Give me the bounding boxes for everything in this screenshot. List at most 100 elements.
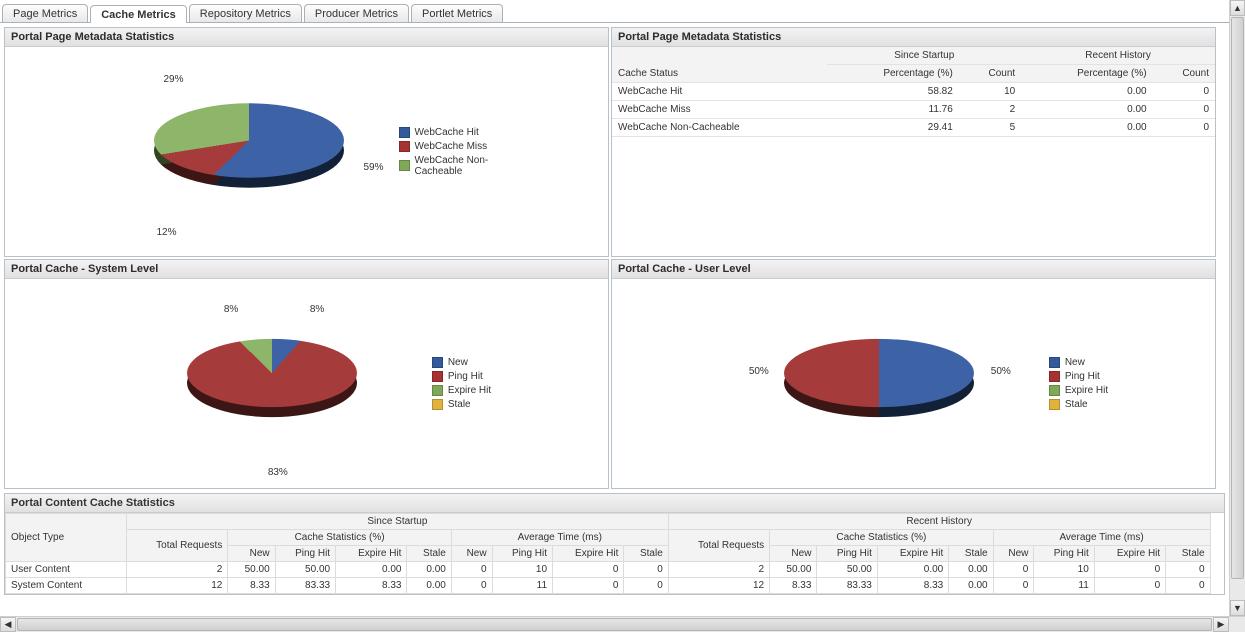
legend-label: Stale xyxy=(1065,399,1088,410)
panel-metadata-pie: Portal Page Metadata Statistics 59% 12% … xyxy=(4,27,609,257)
tab-cache-metrics[interactable]: Cache Metrics xyxy=(90,5,187,23)
table-row[interactable]: User Content 2 50.00 50.00 0.00 0.00 0 1… xyxy=(6,562,1225,578)
panel-header: Portal Cache - User Level xyxy=(612,260,1215,279)
col-ping-hit[interactable]: Ping Hit xyxy=(817,546,877,562)
scroll-up-icon[interactable]: ▲ xyxy=(1230,0,1245,16)
col-new[interactable]: New xyxy=(993,546,1034,562)
table-row[interactable]: WebCache Hit 58.82 10 0.00 0 xyxy=(612,83,1215,101)
table-row[interactable]: System Content 12 8.33 83.33 8.33 0.00 0… xyxy=(6,578,1225,594)
col-ping-hit[interactable]: Ping Hit xyxy=(1034,546,1094,562)
pie-label-ping: 50% xyxy=(749,366,769,377)
tab-page-metrics[interactable]: Page Metrics xyxy=(2,4,88,22)
col-stale[interactable]: Stale xyxy=(407,546,451,562)
cell: 50.00 xyxy=(817,562,877,578)
cell: 50.00 xyxy=(770,562,817,578)
panel-metadata-table: Portal Page Metadata Statistics Cache St… xyxy=(611,27,1216,257)
col-percentage[interactable]: Percentage (%) xyxy=(1021,65,1152,83)
scroll-thumb[interactable] xyxy=(17,618,1212,631)
cell: 5 xyxy=(959,119,1021,137)
cell: 0.00 xyxy=(407,562,451,578)
col-total-requests[interactable]: Total Requests xyxy=(127,530,228,562)
swatch-icon xyxy=(399,141,410,152)
panel-header: Portal Content Cache Statistics xyxy=(5,494,1224,513)
panel-body: 59% 12% 29% WebCache Hit WebCache Miss W… xyxy=(5,47,608,256)
cell: 0 xyxy=(1094,578,1165,594)
col-object-type[interactable]: Object Type xyxy=(6,514,127,562)
cell: 10 xyxy=(959,83,1021,101)
scroll-right-icon[interactable]: ▶ xyxy=(1213,617,1229,632)
vertical-scrollbar[interactable]: ▲ ▼ xyxy=(1229,0,1245,616)
cell: 2 xyxy=(959,101,1021,119)
panel-header: Portal Page Metadata Statistics xyxy=(612,28,1215,47)
swatch-icon xyxy=(1049,357,1060,368)
tab-producer-metrics[interactable]: Producer Metrics xyxy=(304,4,409,22)
col-group-since-startup: Since Startup xyxy=(127,514,669,530)
col-expire-hit[interactable]: Expire Hit xyxy=(336,546,407,562)
table-row[interactable]: WebCache Non-Cacheable 29.41 5 0.00 0 xyxy=(612,119,1215,137)
col-group-avg-time: Average Time (ms) xyxy=(993,530,1210,546)
horizontal-scrollbar[interactable]: ◀ ▶ xyxy=(0,616,1245,632)
tab-repository-metrics[interactable]: Repository Metrics xyxy=(189,4,302,22)
col-group-avg-time: Average Time (ms) xyxy=(451,530,668,546)
panel-header: Portal Cache - System Level xyxy=(5,260,608,279)
swatch-icon xyxy=(399,160,410,171)
panel-body: 8% 83% 8% New Ping Hit Expire Hit Stale xyxy=(5,279,608,488)
cell: 12 xyxy=(668,578,769,594)
cell: 0.00 xyxy=(1021,119,1152,137)
tab-portlet-metrics[interactable]: Portlet Metrics xyxy=(411,4,503,22)
panel-cache-system: Portal Cache - System Level 8% 83% 8% xyxy=(4,259,609,489)
pie-label-expire: 8% xyxy=(224,304,238,315)
col-group-since-startup: Since Startup xyxy=(827,47,1021,65)
panel-header: Portal Page Metadata Statistics xyxy=(5,28,608,47)
cell: System Content xyxy=(6,578,127,594)
col-new[interactable]: New xyxy=(451,546,492,562)
cell: 2 xyxy=(668,562,769,578)
col-cache-status[interactable]: Cache Status xyxy=(612,47,827,83)
cell: 58.82 xyxy=(827,83,958,101)
cell: 0.00 xyxy=(949,562,993,578)
col-count[interactable]: Count xyxy=(959,65,1021,83)
cell: 8.33 xyxy=(770,578,817,594)
cell: WebCache Hit xyxy=(612,83,827,101)
col-new[interactable]: New xyxy=(228,546,275,562)
col-expire-hit[interactable]: Expire Hit xyxy=(1094,546,1165,562)
cell: 2 xyxy=(127,562,228,578)
cell: 50.00 xyxy=(275,562,335,578)
legend-label: WebCache Miss xyxy=(415,141,488,152)
swatch-icon xyxy=(399,127,410,138)
panel-body: 50% 50% New Ping Hit Expire Hit Stale xyxy=(612,279,1215,488)
legend-label: WebCache Hit xyxy=(415,127,479,138)
swatch-icon xyxy=(1049,385,1060,396)
cell: 0 xyxy=(993,562,1034,578)
col-ping-hit[interactable]: Ping Hit xyxy=(275,546,335,562)
col-expire-hit[interactable]: Expire Hit xyxy=(877,546,948,562)
cell: 8.33 xyxy=(877,578,948,594)
col-stale[interactable]: Stale xyxy=(1166,546,1210,562)
col-group-recent-history: Recent History xyxy=(1021,47,1215,65)
col-stale[interactable]: Stale xyxy=(949,546,993,562)
scroll-down-icon[interactable]: ▼ xyxy=(1230,600,1245,616)
pie-label-new: 50% xyxy=(991,366,1011,377)
col-expire-hit[interactable]: Expire Hit xyxy=(553,546,624,562)
cell: 0.00 xyxy=(1021,101,1152,119)
cell: WebCache Non-Cacheable xyxy=(612,119,827,137)
scroll-left-icon[interactable]: ◀ xyxy=(0,617,16,632)
cell: 11 xyxy=(1034,578,1094,594)
col-total-requests[interactable]: Total Requests xyxy=(668,530,769,562)
table-row[interactable]: WebCache Miss 11.76 2 0.00 0 xyxy=(612,101,1215,119)
col-count[interactable]: Count xyxy=(1153,65,1215,83)
col-ping-hit[interactable]: Ping Hit xyxy=(492,546,552,562)
pie-label-miss: 12% xyxy=(157,227,177,238)
cell: 0 xyxy=(1166,562,1210,578)
scroll-thumb[interactable] xyxy=(1231,17,1244,579)
col-new[interactable]: New xyxy=(770,546,817,562)
cell: 0 xyxy=(1153,83,1215,101)
cell: 0.00 xyxy=(336,562,407,578)
col-percentage[interactable]: Percentage (%) xyxy=(827,65,958,83)
cell: 10 xyxy=(1034,562,1094,578)
cell: 0 xyxy=(553,578,624,594)
pie-chart-user: 50% 50% xyxy=(719,284,1039,484)
content-scroll-area: Page Metrics Cache Metrics Repository Me… xyxy=(0,0,1229,616)
col-stale[interactable]: Stale xyxy=(624,546,668,562)
col-group-recent-history: Recent History xyxy=(668,514,1210,530)
